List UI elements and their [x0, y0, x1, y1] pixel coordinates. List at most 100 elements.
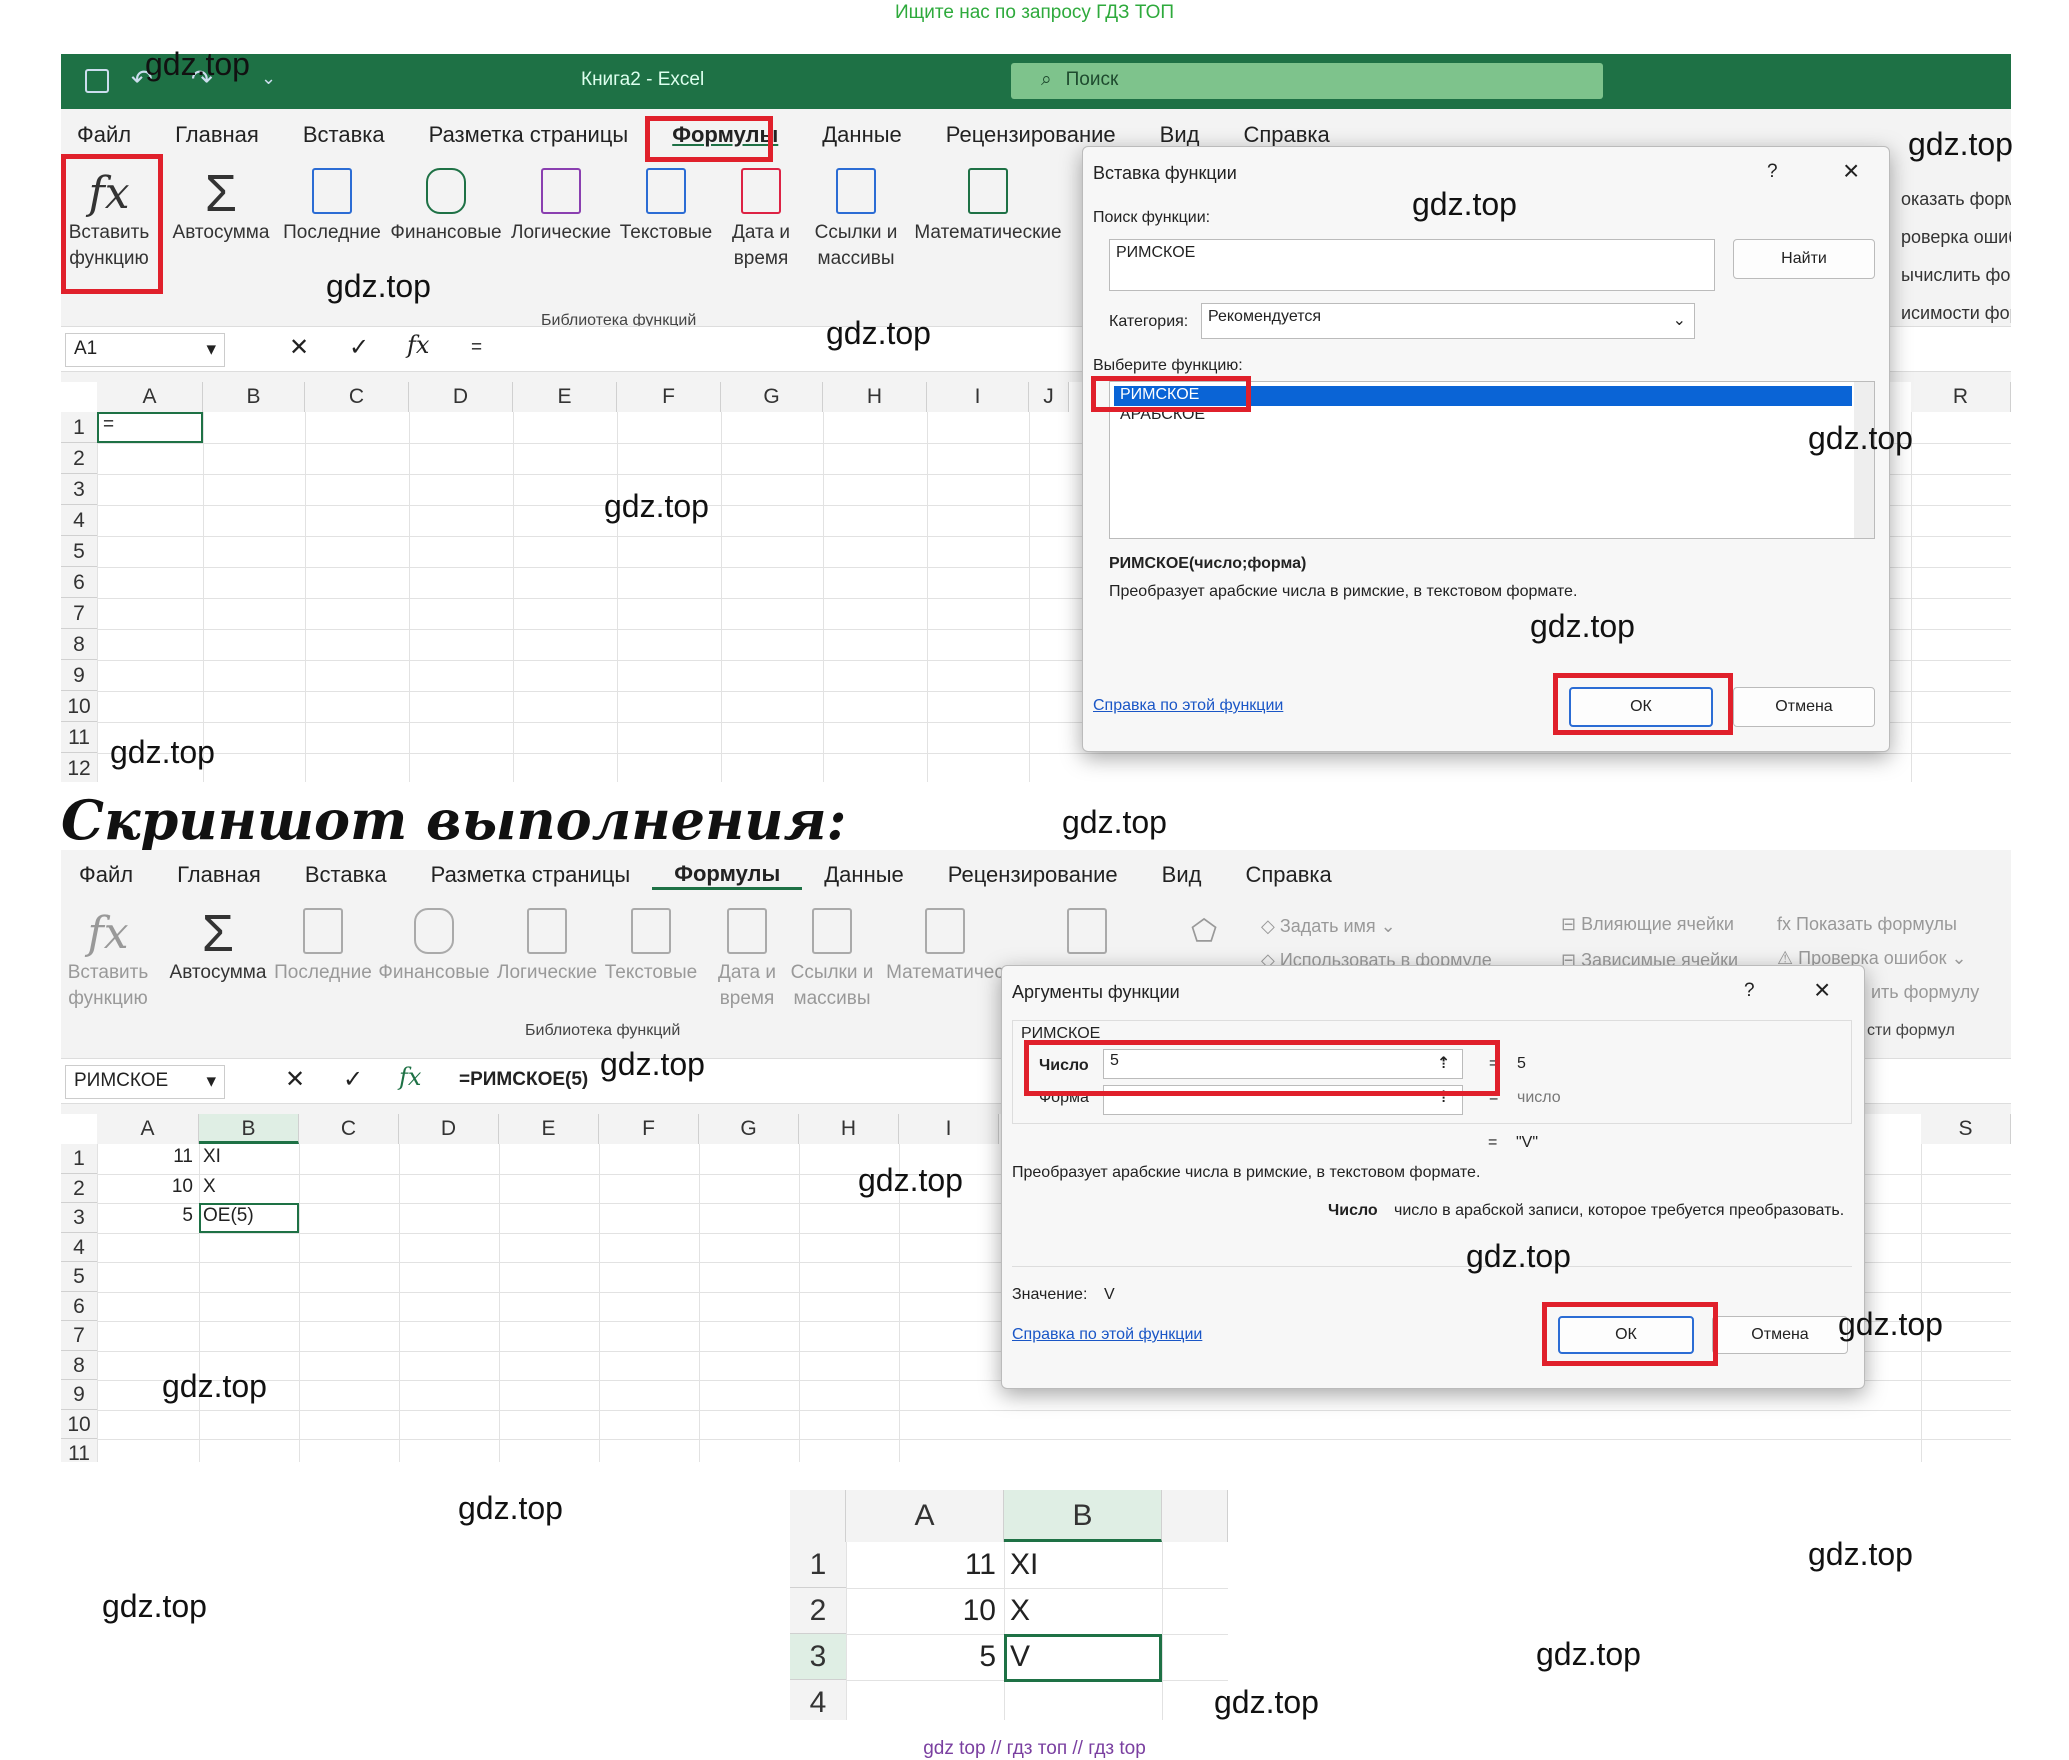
help-icon[interactable]: ?: [1767, 161, 1778, 183]
scrollbar[interactable]: [1854, 382, 1874, 538]
row-header[interactable]: 12: [61, 753, 97, 782]
enter-check-icon[interactable]: ✓: [343, 1065, 363, 1094]
row-header[interactable]: 10: [61, 691, 97, 722]
recent-button[interactable]: Последние: [273, 908, 373, 986]
show-formulas-partial[interactable]: оказать форм: [1901, 180, 2011, 218]
row-header[interactable]: 9: [61, 1380, 97, 1410]
column-header[interactable]: D: [399, 1114, 499, 1144]
tab-formulas[interactable]: Формулы: [652, 861, 803, 890]
cell-b[interactable]: X: [203, 1176, 299, 1198]
column-header[interactable]: J: [1029, 382, 1069, 412]
help-link[interactable]: Справка по этой функции: [1093, 697, 1283, 715]
tab-home[interactable]: Главная: [153, 122, 281, 148]
tab-help[interactable]: Справка: [1221, 122, 1351, 148]
datetime-button[interactable]: Дата и время: [721, 168, 801, 272]
row-header[interactable]: 1: [61, 1144, 97, 1174]
column-header[interactable]: I: [899, 1114, 999, 1144]
active-cell-b3[interactable]: [1004, 1634, 1162, 1682]
formula-input[interactable]: =РИМСКОЕ(5): [459, 1069, 588, 1091]
row-header[interactable]: 3: [790, 1634, 846, 1680]
insert-function-button[interactable]: fx Вставить функцию: [63, 908, 153, 1012]
logical-button[interactable]: Логические: [509, 168, 613, 246]
column-header[interactable]: E: [513, 382, 617, 412]
evaluate-partial[interactable]: ычислить фор: [1901, 256, 2011, 294]
define-name-button[interactable]: ◇ Задать имя ⌄: [1261, 916, 1396, 937]
column-header[interactable]: I: [927, 382, 1029, 412]
cell-a[interactable]: 10: [97, 1176, 193, 1198]
column-header[interactable]: E: [499, 1114, 599, 1144]
math-button[interactable]: Математические: [913, 168, 1063, 246]
tab-page-layout[interactable]: Разметка страницы: [409, 862, 653, 888]
column-header[interactable]: C: [299, 1114, 399, 1144]
close-icon[interactable]: ×: [1814, 974, 1830, 1006]
column-header[interactable]: A: [97, 382, 203, 412]
column-header[interactable]: A: [97, 1114, 199, 1144]
cancel-button[interactable]: Отмена: [1733, 687, 1875, 727]
help-icon[interactable]: ?: [1744, 980, 1755, 1002]
cancel-icon[interactable]: ✕: [289, 333, 309, 362]
row-header[interactable]: 1: [61, 412, 97, 443]
row-header[interactable]: 4: [61, 505, 97, 536]
active-cell-b3[interactable]: [199, 1203, 299, 1233]
cancel-button[interactable]: Отмена: [1712, 1316, 1848, 1354]
show-formulas-button[interactable]: fx Показать формулы: [1777, 914, 1957, 935]
close-icon[interactable]: ×: [1843, 155, 1859, 187]
column-header[interactable]: G: [721, 382, 823, 412]
math-button[interactable]: Математичес: [885, 908, 1005, 986]
evaluate-formula-button[interactable]: ить формулу: [1871, 982, 1979, 1003]
autosum-button[interactable]: Σ Автосумма: [167, 908, 269, 986]
row-header[interactable]: 8: [61, 629, 97, 660]
row-header[interactable]: 5: [61, 536, 97, 567]
search-function-input[interactable]: РИМСКОЕ: [1109, 239, 1715, 291]
cell-a1[interactable]: =: [97, 412, 203, 443]
tab-help[interactable]: Справка: [1223, 862, 1353, 888]
category-select[interactable]: Рекомендуется ⌄: [1201, 303, 1695, 339]
column-header[interactable]: H: [823, 382, 927, 412]
tab-file[interactable]: Файл: [61, 862, 155, 888]
cell-b[interactable]: XI: [203, 1146, 299, 1168]
name-box[interactable]: A1 ▾: [65, 333, 225, 367]
cell-b[interactable]: XI: [1010, 1548, 1160, 1582]
row-header[interactable]: 6: [61, 1291, 97, 1321]
cell-a[interactable]: 11: [846, 1548, 996, 1582]
row-header[interactable]: 3: [61, 474, 97, 505]
error-check-partial[interactable]: роверка ошиб: [1901, 218, 2011, 256]
datetime-button[interactable]: Дата и время: [707, 908, 787, 1012]
help-link[interactable]: Справка по этой функции: [1012, 1326, 1202, 1344]
financial-button[interactable]: Финансовые: [375, 908, 493, 986]
fx-icon[interactable]: fx: [399, 1063, 421, 1091]
tab-review[interactable]: Рецензирование: [924, 122, 1138, 148]
cancel-icon[interactable]: ✕: [285, 1065, 305, 1094]
cell-a[interactable]: 11: [97, 1146, 193, 1168]
column-header[interactable]: F: [617, 382, 721, 412]
row-header[interactable]: 11: [61, 722, 97, 753]
row-header[interactable]: 2: [61, 443, 97, 474]
row-header[interactable]: 5: [61, 1262, 97, 1292]
search-box[interactable]: ⌕ Поиск: [1011, 63, 1603, 99]
row-header[interactable]: 2: [61, 1173, 97, 1203]
text-button[interactable]: Текстовые: [601, 908, 701, 986]
row-header[interactable]: 8: [61, 1350, 97, 1380]
column-header[interactable]: R: [1911, 382, 2011, 412]
cell-b[interactable]: X: [1010, 1594, 1160, 1628]
text-button[interactable]: Текстовые: [617, 168, 715, 246]
find-button[interactable]: Найти: [1733, 239, 1875, 279]
column-header[interactable]: B: [203, 382, 305, 412]
row-header[interactable]: 10: [61, 1409, 97, 1439]
tab-insert[interactable]: Вставка: [281, 122, 407, 148]
precedents-button[interactable]: ⊟ Влияющие ячейки: [1561, 914, 1734, 935]
cell-a[interactable]: 5: [97, 1205, 193, 1227]
cell-a[interactable]: 5: [846, 1640, 996, 1674]
row-header[interactable]: 4: [790, 1680, 846, 1720]
fx-icon[interactable]: fx: [407, 331, 429, 359]
autosum-button[interactable]: Σ Автосумма: [169, 168, 273, 246]
save-icon[interactable]: [85, 69, 109, 93]
row-header[interactable]: 3: [61, 1203, 97, 1233]
tab-review[interactable]: Рецензирование: [926, 862, 1140, 888]
row-header[interactable]: 11: [61, 1439, 97, 1462]
recent-button[interactable]: Последние: [279, 168, 385, 246]
column-header[interactable]: A: [846, 1490, 1004, 1542]
row-header[interactable]: 6: [61, 567, 97, 598]
row-header[interactable]: 4: [61, 1232, 97, 1262]
financial-button[interactable]: Финансовые: [387, 168, 505, 246]
